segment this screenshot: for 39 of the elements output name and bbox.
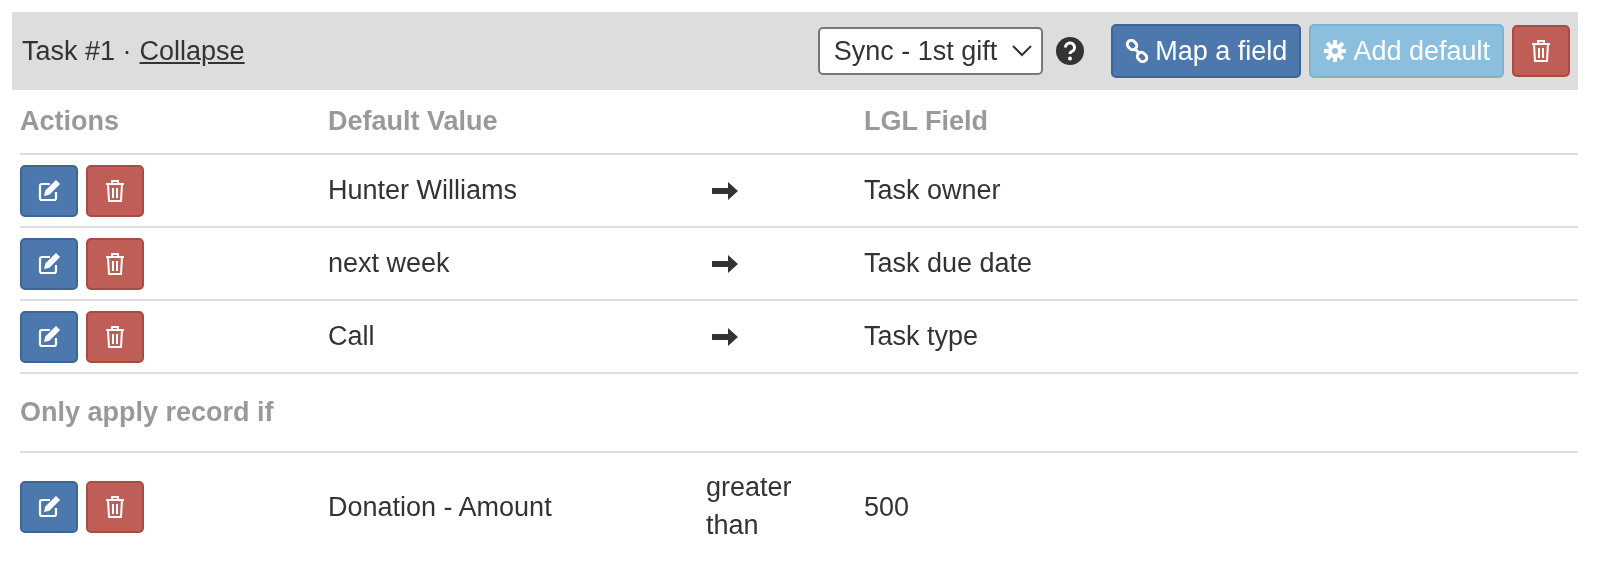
map-field-button[interactable]: Map a field bbox=[1111, 24, 1302, 78]
edit-icon bbox=[36, 323, 62, 350]
trash-icon bbox=[104, 324, 126, 349]
edit-icon bbox=[36, 494, 62, 520]
condition-operator: greater than bbox=[706, 471, 793, 542]
column-header: Actions bbox=[20, 90, 328, 155]
edit-icon bbox=[36, 250, 62, 277]
delete-button[interactable] bbox=[86, 481, 144, 533]
trash-icon bbox=[104, 178, 126, 203]
default-value: Hunter Williams bbox=[328, 175, 518, 206]
delete-task-button[interactable] bbox=[1512, 25, 1570, 77]
column-header: Default Value bbox=[328, 90, 706, 155]
delete-button[interactable] bbox=[86, 237, 144, 290]
task-title: Task #1 · bbox=[22, 35, 132, 67]
collapse-link[interactable]: Collapse bbox=[139, 35, 245, 67]
edit-button[interactable] bbox=[20, 237, 78, 290]
trash-icon bbox=[104, 251, 126, 276]
delete-button[interactable] bbox=[86, 310, 144, 363]
help-icon[interactable] bbox=[1055, 36, 1086, 66]
condition-value: 500 bbox=[864, 491, 910, 523]
delete-button[interactable] bbox=[86, 164, 144, 217]
condition-field: Donation - Amount bbox=[328, 491, 552, 523]
default-value: Call bbox=[328, 321, 375, 352]
edit-icon bbox=[36, 177, 62, 204]
edit-button[interactable] bbox=[20, 481, 78, 533]
lgl-field: Task due date bbox=[864, 248, 1033, 279]
trash-icon bbox=[1530, 39, 1552, 63]
edit-button[interactable] bbox=[20, 164, 78, 217]
default-value: next week bbox=[328, 248, 450, 279]
edit-button[interactable] bbox=[20, 310, 78, 363]
column-header: LGL Field bbox=[864, 90, 1578, 155]
lgl-field: Task owner bbox=[864, 175, 1001, 206]
chevron-down-icon bbox=[1011, 44, 1034, 58]
section-heading: Only apply record if bbox=[20, 397, 274, 428]
sync-select[interactable]: Sync - 1st gift bbox=[817, 27, 1044, 75]
gear-icon bbox=[1323, 39, 1348, 63]
trash-icon bbox=[104, 495, 126, 519]
link-icon bbox=[1125, 39, 1150, 63]
lgl-field: Task type bbox=[864, 321, 979, 352]
